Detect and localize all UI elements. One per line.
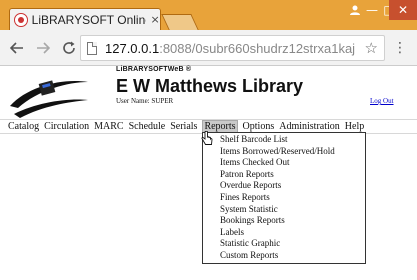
dropdown-item[interactable]: Items Borrowed/Reserved/Hold	[220, 146, 365, 158]
brand-label: LiBRARYSOFTWeB ®	[116, 66, 192, 73]
dropdown-item[interactable]: Custom Reports	[220, 250, 365, 262]
site-favicon-icon	[14, 12, 28, 27]
dropdown-item[interactable]: Fines Reports	[220, 192, 365, 204]
user-name-label: User Name: SUPER	[116, 97, 174, 105]
page-content: LiBRARYSOFTWeB ® E W Matthews Library Us…	[0, 66, 417, 280]
menu-item-catalog[interactable]: Catalog	[8, 120, 39, 133]
menu-item-marc[interactable]: MARC	[94, 120, 123, 133]
dropdown-item[interactable]: Statistic Graphic	[220, 238, 365, 250]
dropdown-item[interactable]: Overdue Reports	[220, 180, 365, 192]
close-window-icon[interactable]: ✕	[389, 0, 417, 20]
menu-item-circulation[interactable]: Circulation	[44, 120, 89, 133]
browser-tab[interactable]: LiBRARYSOFT Online Libi ×	[9, 8, 161, 30]
url-text[interactable]: 127.0.0.1:8088/0subr660shudrz12strxa1kaj…	[105, 41, 355, 56]
tab-title: LiBRARYSOFT Online Libi	[31, 12, 147, 27]
hand-cursor-icon	[201, 130, 213, 149]
menu-item-schedule[interactable]: Schedule	[129, 120, 166, 133]
page-info-icon[interactable]	[87, 42, 97, 55]
dropdown-item[interactable]: Shelf Barcode List	[220, 134, 365, 146]
browser-toolbar: 127.0.0.1:8088/0subr660shudrz12strxa1kaj…	[0, 30, 417, 66]
browser-window: LiBRARYSOFT Online Libi × — □ ✕ 127.0.0.…	[0, 0, 417, 280]
logout-link[interactable]: Log Out	[370, 97, 394, 105]
back-arrow-icon[interactable]	[8, 39, 26, 57]
forward-arrow-icon[interactable]	[34, 39, 52, 57]
browser-menu-icon[interactable]: ⋮	[393, 38, 407, 58]
dropdown-item[interactable]: Patron Reports	[220, 169, 365, 181]
bookmark-star-icon[interactable]: ☆	[365, 39, 378, 57]
library-title: E W Matthews Library	[116, 76, 304, 96]
address-bar[interactable]: 127.0.0.1:8088/0subr660shudrz12strxa1kaj…	[80, 35, 385, 61]
dropdown-item[interactable]: Items Checked Out	[220, 157, 365, 169]
tab-close-icon[interactable]: ×	[150, 13, 160, 26]
reports-dropdown: Shelf Barcode List Items Borrowed/Reserv…	[202, 132, 366, 264]
dropdown-item[interactable]: System Statistic	[220, 204, 365, 216]
menu-item-serials[interactable]: Serials	[170, 120, 197, 133]
librarysoft-logo	[10, 80, 88, 118]
dropdown-item[interactable]: Labels	[220, 227, 365, 239]
reload-icon[interactable]	[60, 39, 78, 57]
dropdown-item[interactable]: Bookings Reports	[220, 215, 365, 227]
new-tab-button[interactable]	[161, 14, 199, 30]
